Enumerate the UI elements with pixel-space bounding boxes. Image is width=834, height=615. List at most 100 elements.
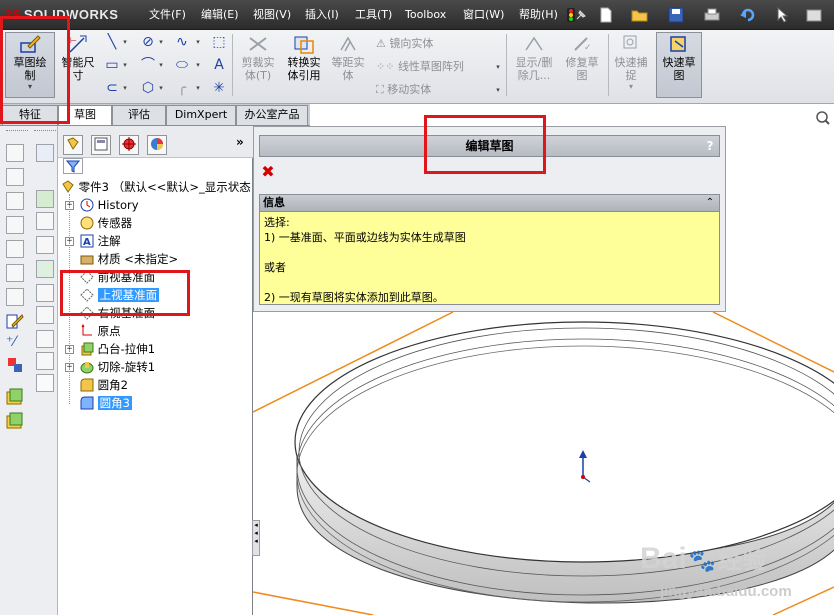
mirror-entities-button[interactable]: ⚠ 镜向实体 (376, 35, 433, 51)
construction-geometry-icon[interactable]: ⬚ (210, 33, 228, 51)
undo-icon[interactable] (738, 5, 758, 25)
view-cube-icon[interactable] (6, 192, 24, 210)
arc-icon[interactable]: ⌒ (139, 56, 157, 74)
tree-item-fillet3[interactable]: 圆角3 (80, 394, 132, 412)
display-tab-icon[interactable] (147, 135, 167, 155)
collapse-icon[interactable]: ⌃ (703, 195, 717, 211)
open-folder-icon[interactable] (630, 5, 650, 25)
save-icon[interactable] (666, 5, 686, 25)
polygon-dropdown-icon[interactable]: ▾ (157, 79, 165, 97)
rectangle-icon[interactable]: ▭ (103, 56, 121, 74)
filter-button[interactable] (63, 158, 83, 174)
expand-panel-icon[interactable]: » (236, 135, 250, 153)
menu-edit[interactable]: 编辑(E) (201, 7, 239, 23)
tool-icon[interactable] (36, 306, 54, 324)
select-arrow-icon[interactable] (772, 5, 792, 25)
close-icon[interactable]: ✖ (259, 162, 277, 182)
view-cube-icon[interactable] (6, 264, 24, 282)
linear-pattern-button[interactable]: ⁘⁘ 线性草图阵列 (376, 58, 464, 74)
info-section-header[interactable]: 信息 (259, 194, 720, 212)
tree-item-cut-revolve1[interactable]: 切除-旋转1 (80, 358, 155, 376)
view-cube-icon[interactable] (6, 240, 24, 258)
tree-item-material[interactable]: 材质 <未指定> (80, 250, 178, 268)
polygon-icon[interactable]: ⬡ (139, 79, 157, 97)
view-cube-icon[interactable] (6, 216, 24, 234)
tool-icon[interactable] (36, 330, 54, 348)
menu-help[interactable]: 帮助(H) (519, 7, 558, 23)
display-delete-relations-button[interactable]: 显示/删 除几... (510, 32, 558, 98)
tool-icon[interactable] (36, 212, 54, 230)
relations-small-icon[interactable] (6, 356, 24, 374)
arc-dropdown-icon[interactable]: ▾ (157, 56, 165, 74)
repair-sketch-button[interactable]: ✓ 修复草 图 (560, 32, 604, 98)
slot-icon[interactable]: ⊂ (103, 79, 121, 97)
spline-dropdown-icon[interactable]: ▾ (194, 33, 202, 51)
tab-dimxpert[interactable]: DimXpert (166, 105, 236, 125)
tab-office-products[interactable]: 办公室产品 (236, 105, 308, 125)
menu-view[interactable]: 视图(V) (253, 7, 291, 23)
feature-tree-tab-icon[interactable] (63, 135, 83, 155)
sketch-pencil-icon[interactable] (6, 312, 24, 330)
rectangle-dropdown-icon[interactable]: ▾ (121, 56, 129, 74)
config-tab-icon[interactable] (119, 135, 139, 155)
tool-icon[interactable] (36, 260, 54, 278)
tree-icon[interactable] (36, 190, 54, 208)
table-icon[interactable] (36, 144, 54, 162)
new-document-icon[interactable] (596, 5, 616, 25)
toolbar-grip[interactable] (34, 130, 56, 132)
rapid-sketch-button[interactable]: 快速草 图 (656, 32, 702, 98)
menu-window[interactable]: 窗口(W) (463, 7, 504, 23)
view-cube-icon[interactable] (6, 168, 24, 186)
toolbar-grip[interactable] (6, 130, 28, 132)
text-icon[interactable]: A (210, 56, 228, 74)
quick-snap-button[interactable]: 快速捕 捉 ▾ (610, 32, 652, 98)
history-icon (80, 198, 94, 212)
tree-item-history[interactable]: History (80, 196, 139, 214)
circle-dropdown-icon[interactable]: ▾ (157, 33, 165, 51)
layer-icon[interactable] (6, 412, 24, 430)
tree-item-boss-extrude1[interactable]: 凸台-拉伸1 (80, 340, 155, 358)
options-icon[interactable] (804, 5, 824, 25)
point-icon[interactable]: ✳ (210, 79, 228, 97)
view-cube-icon[interactable] (6, 144, 24, 162)
tool-icon[interactable] (36, 284, 54, 302)
slot-dropdown-icon[interactable]: ▾ (121, 79, 129, 97)
tree-item-annotations[interactable]: A 注解 (80, 232, 121, 250)
menu-tools[interactable]: 工具(T) (355, 7, 392, 23)
view-cube-icon[interactable] (6, 288, 24, 306)
ellipse-dropdown-icon[interactable]: ▾ (194, 56, 202, 74)
convert-entities-button[interactable]: 转换实 体引用 (282, 32, 326, 98)
ellipse-icon[interactable]: ⬭ (173, 56, 191, 74)
rapid-sketch-icon (670, 36, 686, 52)
move-entities-button[interactable]: ⛶ 移动实体 (376, 81, 431, 97)
spline-icon[interactable]: ∿ (173, 33, 191, 51)
circle-icon[interactable]: ⊘ (139, 33, 157, 51)
trim-entities-button[interactable]: 剪裁实 体(T) (236, 32, 280, 98)
line-icon[interactable]: ╲ (103, 33, 121, 51)
pin-icon[interactable] (571, 5, 591, 25)
menu-toolbox[interactable]: Toolbox (405, 7, 446, 23)
smart-dim-small-icon[interactable]: ⁺⁄ (6, 334, 24, 352)
zoom-icon[interactable] (815, 110, 831, 126)
pattern-dropdown-icon[interactable]: ▾ (494, 58, 502, 76)
tree-item-sensors[interactable]: 传感器 (80, 214, 132, 232)
move-dropdown-icon[interactable]: ▾ (494, 81, 502, 99)
print-icon[interactable] (702, 5, 722, 25)
tab-evaluate[interactable]: 评估 (112, 105, 166, 125)
tool-icon[interactable] (36, 236, 54, 254)
tool-icon[interactable] (36, 352, 54, 370)
quick-snap-dropdown-icon[interactable]: ▾ (610, 82, 652, 92)
line-dropdown-icon[interactable]: ▾ (121, 33, 129, 51)
menu-file[interactable]: 文件(F) (149, 7, 186, 23)
fillet-dropdown-icon[interactable]: ▾ (194, 79, 202, 97)
fillet-icon[interactable]: ╭ (173, 79, 191, 97)
table-icon[interactable] (36, 374, 54, 392)
property-tab-icon[interactable] (91, 135, 111, 155)
menu-insert[interactable]: 插入(I) (305, 7, 339, 23)
help-icon[interactable]: ? (703, 137, 717, 155)
tree-root-part[interactable]: 零件3 （默认<<默认>_显示状态 (61, 178, 251, 196)
tree-item-fillet2[interactable]: 圆角2 (80, 376, 128, 394)
tree-item-origin[interactable]: 原点 (80, 322, 121, 340)
layer-icon[interactable] (6, 388, 24, 406)
offset-entities-button[interactable]: 等距实 体 (328, 32, 368, 98)
